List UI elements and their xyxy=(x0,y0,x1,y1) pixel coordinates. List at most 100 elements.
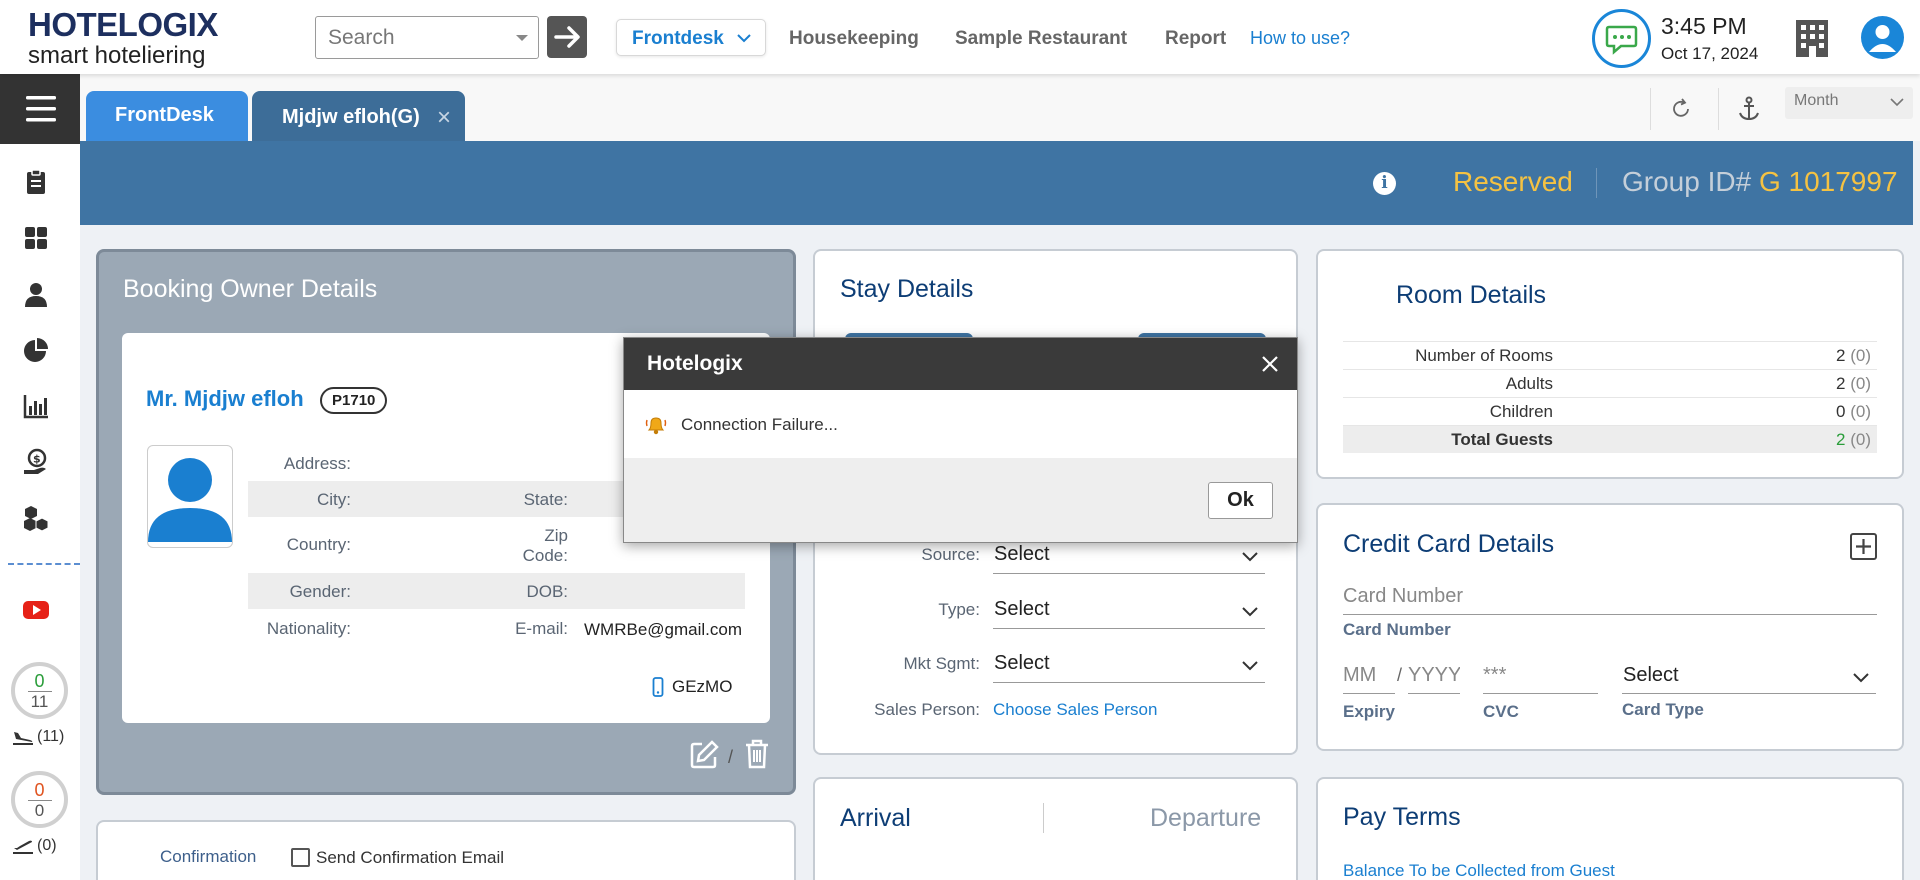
svg-text:$: $ xyxy=(33,453,41,466)
clipboard-icon[interactable] xyxy=(22,168,50,196)
cvc-input[interactable] xyxy=(1483,659,1598,691)
room-row-children: Children 0 (0) xyxy=(1343,397,1877,425)
card-number-field[interactable] xyxy=(1343,580,1877,615)
nav-sample-restaurant[interactable]: Sample Restaurant xyxy=(955,28,1127,50)
dialog-header: Hotelogix xyxy=(624,338,1297,390)
arrivals-row[interactable]: (11) xyxy=(12,728,64,746)
mkt-segment-value: Select xyxy=(994,652,1050,674)
plus-icon xyxy=(1856,539,1871,554)
chevron-down-icon xyxy=(1853,673,1869,683)
search-dropdown-caret-icon[interactable] xyxy=(516,35,528,41)
plane-departure-icon xyxy=(13,840,33,854)
refresh-icon xyxy=(1673,98,1689,117)
departures-counter[interactable]: 0 0 xyxy=(11,771,68,828)
type-select[interactable]: Select xyxy=(993,592,1265,629)
arrivals-count: (11) xyxy=(37,728,65,745)
state-label: State: xyxy=(523,490,568,509)
card-number-label: Card Number xyxy=(1343,620,1451,639)
total-guests-label: Total Guests xyxy=(1451,430,1553,449)
gender-label: Gender: xyxy=(289,582,351,601)
children-value: 0 xyxy=(1836,402,1846,421)
rooms-value: 2 xyxy=(1836,346,1846,365)
add-card-button[interactable] xyxy=(1850,533,1877,560)
money-hand-icon[interactable]: $ xyxy=(22,448,50,476)
cvc-field[interactable] xyxy=(1483,659,1598,694)
adults-sub: (0) xyxy=(1850,374,1871,393)
refresh-button[interactable] xyxy=(1650,88,1710,130)
search-go-button[interactable] xyxy=(547,16,587,58)
booking-status: Reserved xyxy=(1453,166,1573,197)
zip-label: Zip Code: xyxy=(522,526,568,565)
departures-done: 0 xyxy=(27,780,52,801)
user-profile-icon[interactable] xyxy=(1861,16,1904,59)
guest-code-badge: P1710 xyxy=(320,387,388,414)
sales-person-label: Sales Person: xyxy=(874,700,980,719)
ok-button[interactable]: Ok xyxy=(1208,482,1273,519)
anchor-button[interactable] xyxy=(1718,88,1778,130)
email-value: WMRBe@gmail.com xyxy=(584,620,742,639)
group-id: Group ID# G 1017997 xyxy=(1622,166,1898,198)
dashboard-icon[interactable] xyxy=(22,224,50,252)
youtube-icon[interactable] xyxy=(22,596,50,624)
close-icon[interactable] xyxy=(1260,354,1280,374)
group-id-label: Group ID# xyxy=(1622,166,1752,197)
city-label: City: xyxy=(317,490,351,509)
tab-group-booking[interactable]: Mjdjw efloh(G) × xyxy=(252,91,465,141)
dialog-message-row: Connection Failure... xyxy=(645,414,838,436)
building-icon[interactable] xyxy=(1793,18,1831,58)
dob-label: DOB: xyxy=(526,582,568,601)
expiry-label: Expiry xyxy=(1343,702,1395,721)
nav-report[interactable]: Report xyxy=(1165,28,1226,50)
bar-chart-icon[interactable] xyxy=(22,392,50,420)
arrivals-counter[interactable]: 0 11 xyxy=(11,662,68,719)
chevron-down-icon xyxy=(1242,661,1258,671)
search-input[interactable] xyxy=(316,17,496,58)
boxes-icon[interactable] xyxy=(22,504,50,532)
expiry-year-input[interactable] xyxy=(1408,659,1460,691)
source-select-value: Select xyxy=(994,543,1050,565)
send-confirmation-checkbox[interactable] xyxy=(291,848,310,867)
search-box[interactable] xyxy=(315,16,539,59)
view-period-select[interactable]: Month xyxy=(1785,87,1913,119)
dialog-footer: Ok xyxy=(624,458,1297,542)
mkt-segment-select[interactable]: Select xyxy=(993,646,1265,683)
expiry-year-field[interactable] xyxy=(1408,659,1460,694)
tab-frontdesk[interactable]: FrontDesk xyxy=(86,91,248,141)
departures-row[interactable]: (0) xyxy=(12,837,57,855)
choose-sales-person-link[interactable]: Choose Sales Person xyxy=(993,700,1157,720)
expiry-slash: / xyxy=(1397,665,1403,685)
hotelogix-logo[interactable]: HOTELOGIX smart hoteliering xyxy=(28,8,218,68)
person-icon[interactable] xyxy=(22,280,50,308)
guest-name-link[interactable]: Mr. Mjdjw efloh xyxy=(146,386,304,412)
chat-icon[interactable] xyxy=(1592,9,1651,68)
total-guests-sub: (0) xyxy=(1850,430,1871,449)
info-icon[interactable]: i xyxy=(1373,172,1396,195)
trash-icon[interactable] xyxy=(743,738,771,770)
card-type-select[interactable]: Select xyxy=(1622,658,1876,694)
how-to-use-link[interactable]: How to use? xyxy=(1250,28,1350,49)
pie-chart-icon[interactable] xyxy=(22,336,50,364)
adults-value: 2 xyxy=(1836,374,1846,393)
clock-time: 3:45 PM xyxy=(1661,13,1747,39)
edit-delete-separator: / xyxy=(728,747,734,767)
mobile-phone-icon xyxy=(652,677,664,697)
hamburger-menu-button[interactable] xyxy=(0,74,80,144)
address-label: Address: xyxy=(283,454,351,473)
chevron-down-icon xyxy=(1242,607,1258,617)
bell-icon xyxy=(645,417,667,435)
pay-terms-title: Pay Terms xyxy=(1343,803,1461,831)
country-label: Country: xyxy=(286,535,351,554)
person-avatar-icon xyxy=(148,458,232,542)
nav-frontdesk-dropdown[interactable]: Frontdesk xyxy=(616,19,766,56)
expiry-month-field[interactable] xyxy=(1343,659,1395,694)
edit-icon[interactable] xyxy=(688,739,720,771)
close-tab-icon[interactable]: × xyxy=(437,104,451,132)
tab-group-label: Mjdjw efloh(G) xyxy=(282,106,420,128)
expiry-month-input[interactable] xyxy=(1343,659,1395,691)
balance-collected-link[interactable]: Balance To be Collected from Guest xyxy=(1343,861,1615,880)
card-number-input[interactable] xyxy=(1343,580,1877,612)
chevron-down-icon xyxy=(1890,98,1904,107)
send-confirmation-label[interactable]: Send Confirmation Email xyxy=(316,848,504,868)
nav-housekeeping[interactable]: Housekeeping xyxy=(789,28,919,50)
plane-landing-icon xyxy=(13,732,33,745)
